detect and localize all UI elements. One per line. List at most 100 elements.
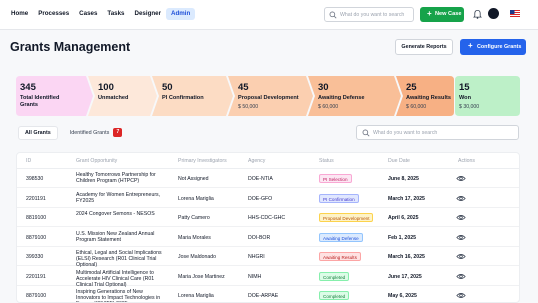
grant-opportunity[interactable]: Multimodal Artificial Intelligence to Ac… [76,270,168,288]
stage-count: 50 [162,82,173,93]
grant-id: 8819100 [26,215,47,221]
stage-total-identified-grants[interactable]: 345 Total Identified Grants [16,76,93,116]
nav-item-processes[interactable]: Processes [33,8,74,20]
table-row[interactable]: 2201191 Academy for Women Entrepreneurs, … [17,189,519,208]
stage-awaiting-defense[interactable]: 30 Awaiting Defense $ 60,000 [308,76,401,116]
stage-amount: $ 60,000 [318,104,339,110]
due-date: March 17, 2025 [388,195,425,202]
configure-grants-label: Configure Grants [477,44,522,50]
status-badge: Completed [319,271,350,281]
column-header-due-date: Due Date [388,158,410,164]
status-badge: Completed [319,291,350,300]
stage-awaiting-results[interactable]: 25 Awaiting Results $ 60,000 [396,76,454,116]
column-header-actions: Actions [458,158,476,164]
stage-label: PI Confirmation [162,95,204,101]
nav-item-admin[interactable]: Admin [165,8,196,20]
global-search-input[interactable]: What do you want to search [324,7,414,22]
stage-count: 25 [406,82,417,93]
due-date: April 6, 2025 [388,215,419,221]
stage-label: Proposal Development [238,95,299,101]
tab-identified-grants[interactable]: Identified Grants 7 [64,126,129,140]
view-eye-icon[interactable] [456,213,466,222]
table-row[interactable]: 8819100 2024 Congover Semons - NESOS Patty… [17,208,519,227]
nav-item-home[interactable]: Home [6,8,33,20]
view-eye-icon[interactable] [456,272,466,281]
new-case-label: New Case [435,11,462,17]
generate-reports-button[interactable]: Generate Reports [395,39,453,55]
bell-icon[interactable] [473,9,482,19]
status-badge: Awaiting Defense [319,232,363,242]
search-icon [329,11,337,19]
view-eye-icon[interactable] [456,194,466,203]
table-search-input[interactable]: What do you want to search [356,125,519,140]
view-eye-icon[interactable] [456,233,466,242]
view-eye-icon[interactable] [456,291,466,300]
agency: DOI-BOR [248,234,271,241]
table-header: ID Grant Opportunity Primary Investigators… [17,153,519,169]
grant-opportunity[interactable]: Ethical, Legal and Social Implications (… [76,250,168,268]
user-avatar[interactable] [488,8,499,19]
stage-amount: $ 50,000 [238,104,259,110]
grant-id: 2201191 [26,273,46,280]
search-icon [362,129,370,137]
grant-pipeline: 345 Total Identified Grants 100 Unmatched 50… [16,76,520,116]
grant-opportunity[interactable]: Inspiring Generations of New Innovators … [76,289,168,302]
primary-investigator: Lorena Mariglia [178,195,214,202]
stage-amount: $ 30,000 [459,104,480,110]
status-badge: PI Selection [319,174,352,183]
table-row[interactable]: 8879100 Inspiring Generations of New Inno… [17,286,519,302]
primary-investigator: Lorena Mariglia [178,293,214,299]
plus-icon: + [427,9,432,18]
grant-tabs: All Grants Identified Grants 7 [18,126,128,140]
stage-won[interactable]: 15 Won $ 30,000 [455,76,520,116]
nav-item-cases[interactable]: Cases [74,8,102,20]
view-eye-icon[interactable] [456,252,466,261]
agency: NHGRI [248,254,265,260]
grant-opportunity[interactable]: U.S. Mission New Zealand Annual Program … [76,231,168,243]
view-eye-icon[interactable] [456,174,466,183]
stage-unmatched[interactable]: 100 Unmatched [88,76,157,116]
primary-investigator: Jose Maldonado [178,254,217,260]
table-row[interactable]: 2201191 Multimodal Artificial Intelligenc… [17,267,519,288]
stage-label: Won [459,95,472,101]
grant-id: 398530 [26,176,44,182]
stage-count: 345 [20,82,36,93]
grant-id: 2201191 [26,195,46,202]
primary-investigator: Maria Jose Martinez [178,273,225,280]
stage-label: Total Identified Grants [20,95,60,108]
plus-icon: + [468,41,473,50]
column-header-primary-investigators: Primary Investigators [178,158,227,164]
global-search-placeholder: What do you want to search [340,12,405,18]
table-row[interactable]: 398530 Healthy Tomorrows Partnership for … [17,169,519,188]
grant-id: 8879100 [26,293,47,299]
table-row[interactable]: 399330 Ethical, Legal and Social Implicat… [17,247,519,268]
nav-item-designer[interactable]: Designer [130,8,166,20]
agency: HHS-CDC-GHC [248,215,286,221]
table-row[interactable]: 8879100 U.S. Mission New Zealand Annual P… [17,228,519,247]
agency: DOE-ARPAE [248,293,279,299]
stage-label: Awaiting Results [406,95,451,101]
grant-id: 399330 [26,254,44,260]
tab-label: Identified Grants [69,130,110,136]
primary-investigator: Patty Camero [178,215,210,221]
stage-pi-confirmation[interactable]: 50 PI Confirmation [152,76,233,116]
grant-opportunity[interactable]: Academy for Women Entrepreneurs, FY2025 [76,192,168,204]
main-nav: Home Processes Cases Tasks Designer Admin [6,8,196,20]
grant-opportunity[interactable]: 2024 Congover Semons - NESOS [76,211,168,217]
tab-all-grants[interactable]: All Grants [18,126,58,140]
stage-count: 45 [238,82,249,93]
agency: NIMH [248,273,262,280]
top-navigation-bar: Home Processes Cases Tasks Designer Admin Wha… [0,0,538,30]
grant-id: 8879100 [26,234,47,241]
configure-grants-button[interactable]: + Configure Grants [460,39,526,55]
stage-count: 15 [459,82,470,93]
status-badge: Proposal Development [319,213,374,222]
nav-item-tasks[interactable]: Tasks [102,8,129,20]
us-flag-icon[interactable] [510,10,520,17]
column-header-agency: Agency [248,158,266,164]
grant-opportunity[interactable]: Healthy Tomorrows Partnership for Childr… [76,172,168,184]
column-header-status: Status [319,158,334,164]
stage-amount: $ 60,000 [406,104,427,110]
stage-proposal-development[interactable]: 45 Proposal Development $ 50,000 [228,76,313,116]
new-case-button[interactable]: + New Case [420,7,464,22]
